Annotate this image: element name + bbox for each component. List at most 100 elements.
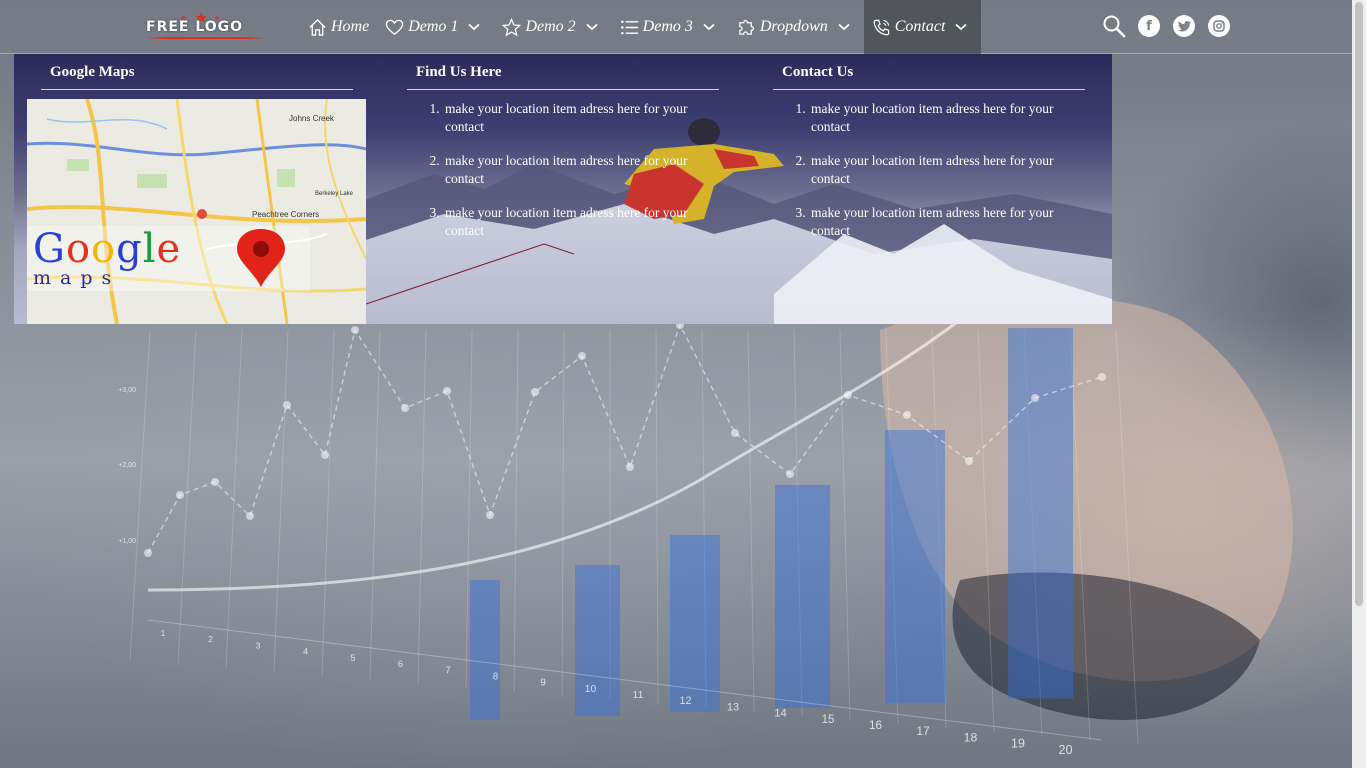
background-point [626,463,634,471]
contact-us-item[interactable]: make your location item adress here for … [809,152,1089,188]
nav-item-demo-2[interactable]: Demo 2 [494,0,611,54]
background-point [1098,373,1106,381]
find-us-item[interactable]: make your location item adress here for … [443,204,723,240]
facebook-icon: f [1138,15,1160,37]
contact-us-item[interactable]: make your location item adress here for … [809,204,1089,240]
background-point [443,387,451,395]
map-label-johns-creek: Johns Creek [289,114,335,123]
scrollbar-thumb[interactable] [1355,2,1363,606]
chevron-down-icon [955,23,968,31]
google-logo-letter: g [116,226,143,272]
nav-item-home[interactable]: Home [300,0,377,54]
find-us-item[interactable]: make your location item adress here for … [443,100,723,136]
google-logo-letter: l [142,226,157,272]
background-x-tick: 18 [964,730,978,744]
contact-us-column: Contact Us make your location item adres… [746,54,1106,324]
background-grid-line [417,329,427,685]
twitter-link[interactable] [1172,14,1196,38]
background-x-tick: 3 [256,640,261,650]
background-x-tick: 13 [727,701,739,713]
nav-label-demo-2: Demo 2 [525,18,576,35]
background-point [401,404,409,412]
background-x-tick: 5 [350,653,355,663]
background-point [486,511,494,519]
background-y-tick: +3,00 [118,387,136,394]
google-logo-letter: o [91,226,117,272]
background-y-tick: +1,00 [118,538,136,545]
find-us-item[interactable]: make your location item adress here for … [443,152,723,188]
background-point [246,512,254,520]
background-bar [670,535,720,712]
background-point [351,326,359,334]
background-point [176,491,184,499]
find-us-column: Find Us Here make your location item adr… [380,54,740,324]
navbar: ★ ★ ★ FREE LOGO Home Demo 1 Demo 2 Demo … [0,0,1352,54]
logo-text: FREE LOGO [146,19,244,35]
scrollbar[interactable] [1352,0,1366,768]
background-x-tick: 9 [540,678,546,689]
background-grid-line [273,329,289,673]
nav-label-demo-1: Demo 1 [408,18,459,35]
nav-item-demo-3[interactable]: Demo 3 [612,0,729,54]
background-grid-line [747,329,755,713]
background-x-tick: 12 [680,695,692,707]
background-bar [575,565,620,716]
logo[interactable]: ★ ★ ★ FREE LOGO [140,8,272,42]
google-logo-letter: G [33,226,66,272]
find-us-divider [407,89,719,90]
google-maps-column: Google Maps Johns Creek Peachtree Corner… [14,54,374,324]
background-x-tick: 7 [445,665,450,676]
instagram-link[interactable] [1207,14,1231,38]
home-icon [309,18,326,36]
facebook-link[interactable]: f [1137,14,1161,38]
background-point [144,549,152,557]
find-us-list: make your location item adress here for … [443,100,723,256]
google-logo-letter: o [65,226,92,272]
google-maps-title: Google Maps [50,64,135,80]
background-point [321,451,329,459]
chevron-down-icon [468,23,481,31]
background-point [211,478,219,486]
background-x-tick: 6 [398,659,403,669]
background-point [903,411,911,419]
logo-underline [146,37,266,39]
nav-item-dropdown[interactable]: Dropdown [729,0,864,54]
chevron-down-icon [586,23,598,31]
background-point [965,457,973,465]
find-us-title: Find Us Here [416,64,502,80]
background-y-tick: +2,00 [118,462,136,469]
search-icon [1103,15,1126,38]
chevron-down-icon [838,23,850,31]
list-icon [620,20,638,34]
heart-icon [385,19,404,35]
nav-label-home: Home [331,18,370,35]
google-maps-logo-sub: maps [33,267,121,289]
google-maps-image[interactable]: Johns Creek Peachtree Corners Berkeley L… [27,99,366,324]
chevron-down-icon [703,23,715,31]
background-point [531,388,539,396]
map-pin-icon [237,229,285,287]
google-maps-logo-word: Google [33,229,181,269]
background-x-tick: 2 [208,635,213,644]
background-bar [1008,328,1073,699]
background-grid-line [839,329,851,721]
map-label-peachtree-corners: Peachtree Corners [252,210,319,219]
background-x-tick: 19 [1011,737,1025,751]
puzzle-icon [739,19,754,35]
background-x-tick: 20 [1058,742,1072,757]
background-x-tick: 11 [633,689,644,701]
nav-item-demo-1[interactable]: Demo 1 [377,0,494,54]
contact-us-divider [773,89,1085,90]
search-button[interactable] [1102,14,1126,38]
background-bar [470,580,500,720]
nav-label-demo-3: Demo 3 [642,18,693,35]
twitter-icon [1173,15,1195,37]
background-grid-line [129,329,151,661]
nav-item-contact[interactable]: Contact [863,0,982,54]
background-point [1031,394,1039,402]
contact-us-item[interactable]: make your location item adress here for … [809,100,1089,136]
background-grid-line [561,329,565,697]
nav-label-dropdown: Dropdown [759,18,828,35]
background-grid-line [513,329,519,693]
background-grid-line [321,329,335,677]
